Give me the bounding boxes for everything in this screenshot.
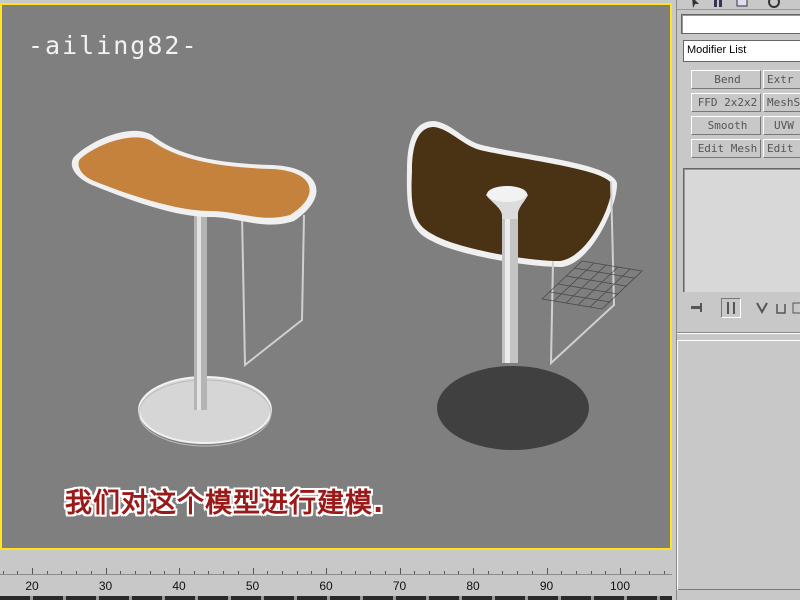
ruler-tick (252, 568, 254, 574)
ruler-tick-label: 60 (319, 579, 333, 593)
ruler-tick-label: 70 (392, 579, 407, 593)
ruler-tick (620, 568, 621, 574)
modifier-list-dropdown[interactable]: Modifier List (683, 40, 800, 62)
show-end-result-icon[interactable] (721, 298, 741, 318)
ffd-button[interactable]: FFD 2x2x2 (691, 93, 761, 112)
ruler-tick (473, 568, 474, 574)
extrude-button[interactable]: Extr (763, 70, 800, 89)
ruler-tick (546, 568, 548, 574)
ruler-minor-tick (531, 571, 533, 574)
scene-render (71, 121, 643, 450)
ruler-minor-tick (634, 571, 636, 574)
ruler-tick-label: 20 (25, 579, 39, 593)
ruler-tick (32, 568, 33, 574)
right-stool-model[interactable] (406, 121, 643, 450)
subtitle-caption: 我们对这个模型进行建模. (65, 488, 385, 519)
edit-mesh-button[interactable]: Edit Mesh (691, 139, 761, 158)
select-arrow-icon[interactable] (689, 0, 703, 8)
ruler-tick (326, 568, 327, 574)
utility-icon[interactable] (767, 0, 781, 8)
ruler-minor-tick (149, 571, 151, 574)
ruler-tick-label: 40 (172, 579, 186, 593)
right-stool-base (437, 366, 589, 450)
pin-stack-icon[interactable] (687, 298, 707, 318)
ruler-tick-label: 30 (98, 579, 113, 593)
ruler-minor-tick (443, 571, 445, 574)
remove-modifier-icon[interactable] (771, 298, 791, 318)
ruler-tick-label: 90 (539, 579, 554, 593)
ruler-minor-tick (340, 571, 342, 574)
ruler-minor-tick (414, 571, 416, 574)
meshsmooth-button[interactable]: MeshS (763, 93, 800, 112)
command-panel-tabs (677, 0, 800, 10)
gizmo-grid (541, 260, 643, 310)
max-application: -ailing82- 我们对这个模型进行建模. 20 30 40 50 60 70 80 90… (0, 0, 800, 600)
ruler-minor-tick (664, 571, 666, 574)
command-panel: Modifier List Bend Extr FFD 2x2x2 MeshS … (676, 0, 800, 600)
ruler-minor-tick (120, 571, 122, 574)
smooth-button[interactable]: Smooth (691, 116, 761, 135)
ruler-minor-tick (517, 571, 519, 574)
configure-modifier-sets-icon[interactable] (789, 298, 800, 318)
ruler-minor-tick (46, 571, 48, 574)
watermark-text: -ailing82- (28, 31, 199, 60)
display-icon[interactable] (735, 0, 749, 8)
ruler-minor-tick (428, 571, 430, 574)
ruler-minor-tick (237, 571, 239, 574)
ruler-tick-label: 100 (609, 579, 631, 593)
left-stool-wire (241, 214, 305, 368)
ruler-minor-tick (296, 571, 298, 574)
ruler-minor-tick (17, 571, 19, 574)
modifier-stack-list[interactable] (683, 168, 800, 292)
left-stool-model[interactable] (71, 130, 317, 447)
parameters-rollout-area[interactable] (677, 340, 800, 590)
ruler-minor-tick (355, 571, 357, 574)
ruler-minor-tick (502, 571, 504, 574)
ruler-tick-label: 50 (245, 579, 260, 593)
ruler-minor-tick (384, 571, 386, 574)
ruler-minor-tick (76, 571, 78, 574)
ruler-minor-tick (281, 571, 283, 574)
ruler-minor-tick (487, 571, 489, 574)
ruler-minor-tick (90, 571, 92, 574)
edit-poly-button[interactable]: Edit (763, 139, 800, 158)
ruler-tick-label: 80 (466, 579, 480, 593)
ruler-tick (179, 568, 180, 574)
ruler-minor-tick (370, 571, 372, 574)
ruler-minor-tick (134, 571, 136, 574)
ruler-minor-tick (311, 571, 313, 574)
ruler-tick (105, 568, 107, 574)
ruler-minor-tick (164, 571, 166, 574)
ruler-minor-tick (649, 571, 651, 574)
make-unique-icon[interactable] (753, 298, 773, 318)
ruler-minor-tick (590, 571, 592, 574)
ruler-minor-tick (61, 571, 63, 574)
ruler-minor-tick (267, 571, 269, 574)
object-name-field[interactable] (681, 14, 800, 34)
left-stool-seat (78, 137, 310, 218)
stack-toolbar (683, 296, 800, 322)
perspective-viewport[interactable]: -ailing82- 我们对这个模型进行建模. (0, 3, 672, 550)
bend-button[interactable]: Bend (691, 70, 761, 89)
hierarchy-icon[interactable] (711, 0, 725, 8)
time-slider-strip[interactable] (0, 596, 672, 600)
ruler-minor-tick (208, 571, 210, 574)
ruler-minor-tick (561, 571, 563, 574)
track-bar[interactable]: 20 30 40 50 60 70 80 90 100 (0, 556, 672, 600)
ruler-minor-tick (605, 571, 607, 574)
ruler-minor-tick (193, 571, 195, 574)
ruler-tick (399, 568, 401, 574)
ruler-minor-tick (2, 571, 4, 574)
ruler-minor-tick (458, 571, 460, 574)
ruler-minor-tick (575, 571, 577, 574)
modifier-list-label: Modifier List (687, 44, 747, 56)
ruler-minor-tick (223, 571, 225, 574)
uvw-button[interactable]: UVW (763, 116, 800, 135)
